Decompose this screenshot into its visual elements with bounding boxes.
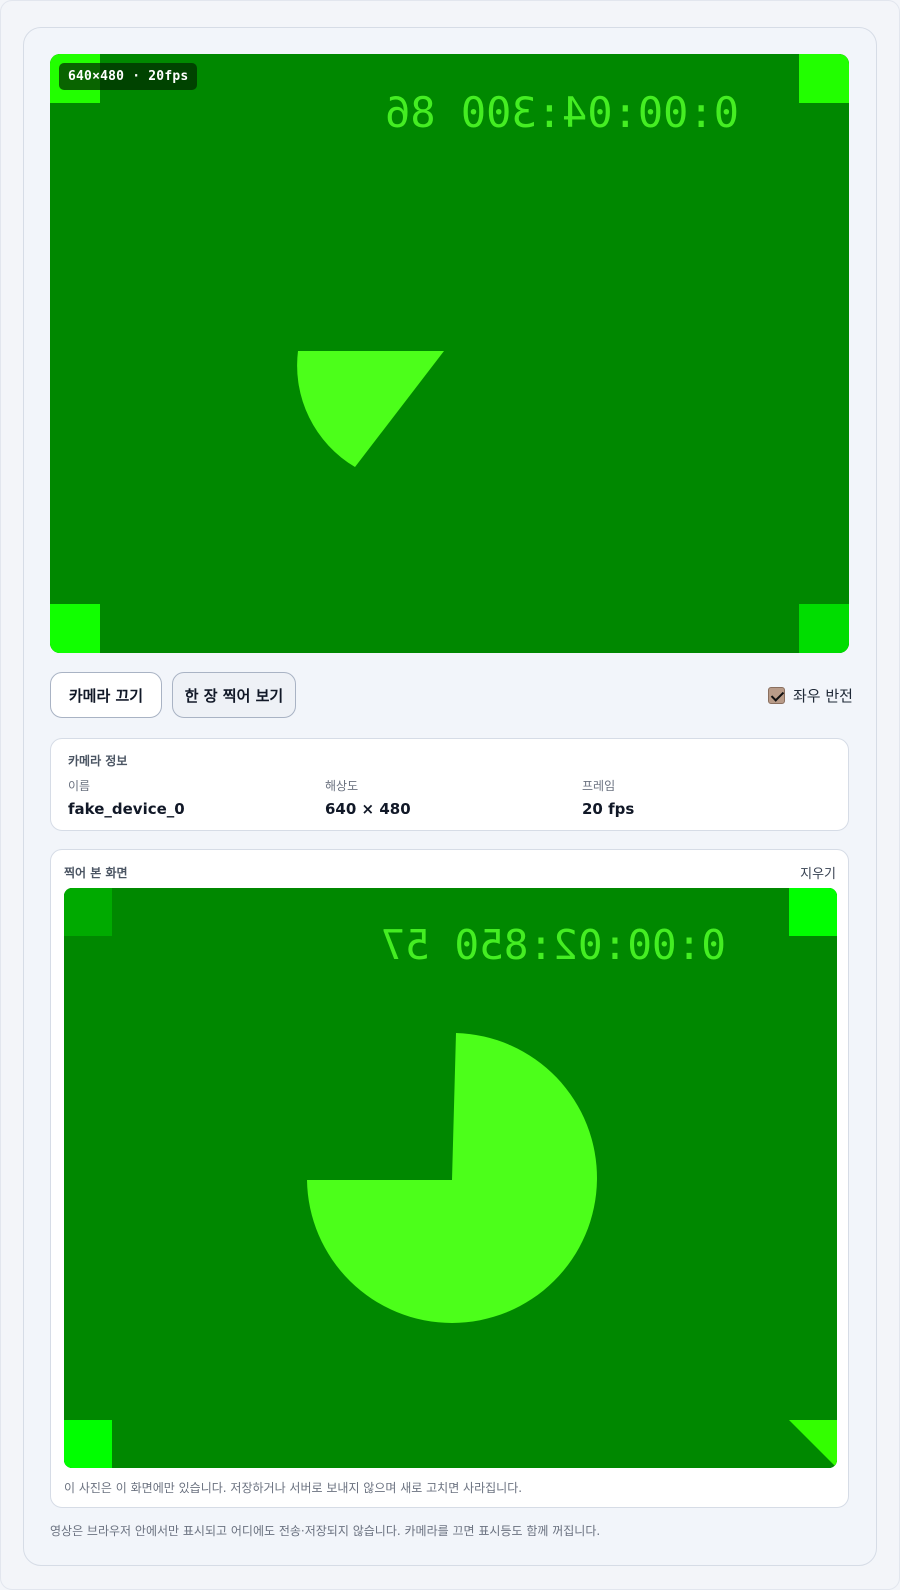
snapshot-timecode: 0:00:02:850 57 xyxy=(380,921,726,969)
snapshot-title: 찍어 본 화면 xyxy=(64,866,128,880)
preview-corner-tr xyxy=(799,54,849,103)
preview-timecode: 0:00:04:300 86 xyxy=(385,88,739,137)
snapshot-background xyxy=(64,888,837,1468)
info-resolution-value: 640 × 480 xyxy=(325,800,411,818)
privacy-footer-note: 영상은 브라우저 안에서만 표시되고 어디에도 전송·저장되지 않습니다. 카메… xyxy=(50,1524,601,1538)
info-resolution: 해상도 640 × 480 xyxy=(325,777,411,818)
snapshot-corner-tl xyxy=(64,888,112,936)
snapshot-frame-graphic: 0:00:02:850 57 xyxy=(64,888,837,1468)
snapshot-button[interactable]: 한 장 찍어 보기 xyxy=(172,672,296,718)
snapshot-card: 찍어 본 화면 지우기 0:00:02:850 57 이 사진은 이 화면에만 … xyxy=(50,849,849,1508)
info-name-value: fake_device_0 xyxy=(68,800,185,818)
snapshot-image: 0:00:02:850 57 xyxy=(64,888,837,1468)
preview-corner-bl xyxy=(50,604,100,653)
info-frame: 프레임 20 fps xyxy=(582,777,634,818)
snapshot-privacy-note: 이 사진은 이 화면에만 있습니다. 저장하거나 서버로 보내지 않으며 새로 … xyxy=(64,1481,523,1495)
info-name: 이름 fake_device_0 xyxy=(68,777,185,818)
camera-off-button[interactable]: 카메라 끄기 xyxy=(50,672,162,718)
resolution-badge: 640×480 · 20fps xyxy=(59,63,198,90)
mirror-toggle[interactable]: 좌우 반전 xyxy=(768,685,853,706)
camera-info-title: 카메라 정보 xyxy=(68,754,128,768)
info-frame-value: 20 fps xyxy=(582,800,635,818)
preview-corner-br xyxy=(799,604,849,653)
clear-snapshot-button[interactable]: 지우기 xyxy=(800,863,836,882)
info-name-label: 이름 xyxy=(68,779,91,793)
snapshot-corner-tr xyxy=(789,888,837,936)
snapshot-corner-bl xyxy=(64,1420,112,1468)
preview-frame-graphic: 0:00:04:300 86 xyxy=(50,54,849,653)
camera-info-card: 카메라 정보 이름 fake_device_0 해상도 640 × 480 프레… xyxy=(50,738,849,831)
info-resolution-label: 해상도 xyxy=(325,779,359,793)
camera-preview: 0:00:04:300 86 640×480 · 20fps xyxy=(50,54,849,653)
mirror-label: 좌우 반전 xyxy=(793,687,853,705)
mirror-checkbox[interactable] xyxy=(768,687,785,704)
info-frame-label: 프레임 xyxy=(582,779,616,793)
preview-background xyxy=(50,54,849,653)
